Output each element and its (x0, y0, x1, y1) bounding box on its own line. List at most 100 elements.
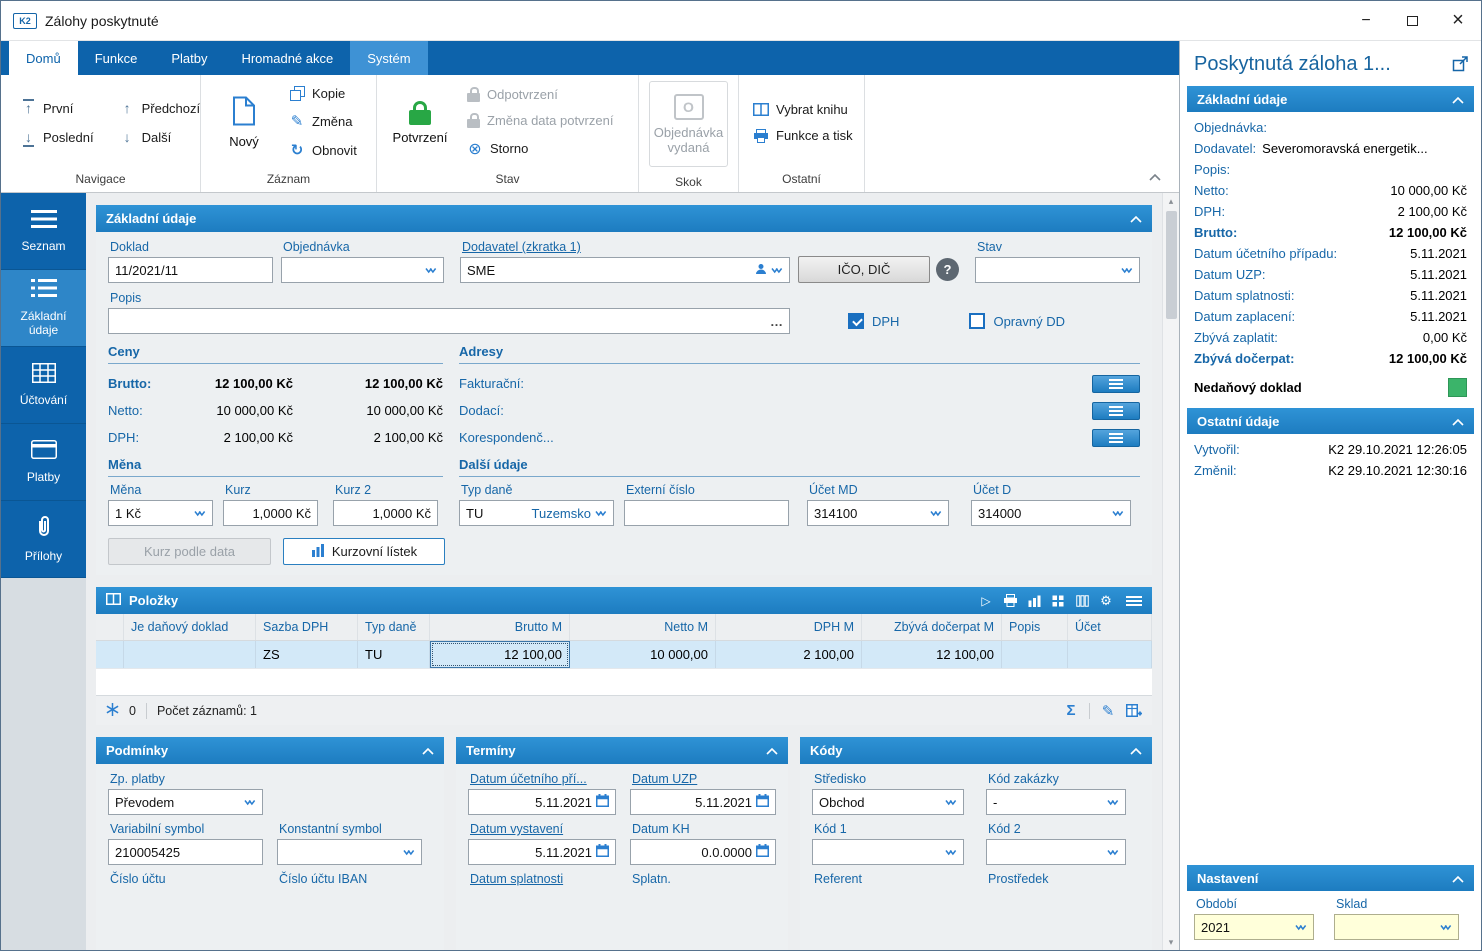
mena-field[interactable]: 1 Kč (108, 500, 213, 526)
chevron-down-icon[interactable] (1107, 795, 1119, 810)
chevron-down-icon[interactable] (244, 795, 256, 810)
datum-uzp-field[interactable]: 5.11.2021 (629, 789, 776, 815)
grid-menu-icon[interactable] (1126, 595, 1142, 606)
collapse-chevron-icon[interactable] (1130, 743, 1142, 758)
cell-popis[interactable] (1002, 641, 1068, 668)
edit-button[interactable]: Změna (285, 111, 361, 131)
datum-vystaveni-field[interactable]: 5.11.2021 (468, 839, 616, 865)
typ-dane-field[interactable]: TU Tuzemsko (459, 500, 614, 526)
stredisko-field[interactable]: Obchod (812, 789, 964, 815)
sidebar-item-seznam[interactable]: Seznam (1, 193, 86, 270)
tab-platby[interactable]: Platby (154, 41, 224, 75)
chevron-down-icon[interactable] (194, 506, 206, 521)
kurz2-field[interactable]: 1,0000 Kč (333, 500, 438, 526)
konstantni-symbol-field[interactable] (277, 839, 422, 865)
ellipsis-button[interactable] (770, 314, 783, 329)
column-header[interactable]: Popis (1002, 614, 1068, 640)
chevron-down-icon[interactable] (595, 506, 607, 521)
obdobi-field[interactable]: 2021 (1194, 914, 1314, 940)
scroll-down-icon[interactable] (1163, 934, 1179, 950)
chevron-down-icon[interactable] (1121, 263, 1133, 278)
collapse-chevron-icon[interactable] (1452, 414, 1464, 429)
cell-zbyva-docerpat[interactable]: 12 100,00 (862, 641, 1002, 668)
storno-button[interactable]: Storno (463, 138, 617, 160)
panel-header-nastaveni[interactable]: Nastavení (1187, 865, 1474, 891)
cell-netto[interactable]: 10 000,00 (570, 641, 716, 668)
kod1-field[interactable] (812, 839, 964, 865)
column-header[interactable]: Zbývá dočerpat M (862, 614, 1002, 640)
cell-dph[interactable]: 2 100,00 (716, 641, 862, 668)
apps-icon[interactable] (1050, 595, 1066, 607)
last-button[interactable]: Poslední (17, 129, 98, 147)
sidebar-item-platby[interactable]: Platby (1, 424, 86, 501)
kurzovni-listek-button[interactable]: Kurzovní lístek (283, 538, 445, 565)
kody-header[interactable]: Kódy (800, 737, 1152, 764)
select-book-button[interactable]: Vybrat knihu (749, 101, 857, 118)
tab-domu[interactable]: Domů (9, 41, 78, 75)
cell-je-danovy[interactable] (124, 641, 256, 668)
kod-zakazky-field[interactable]: - (986, 789, 1126, 815)
dodavatel-label[interactable]: Dodavatel (zkratka 1) (462, 240, 790, 254)
minimize-button[interactable] (1343, 1, 1389, 41)
chevron-down-icon[interactable] (403, 845, 415, 860)
cell-ucet[interactable] (1068, 641, 1152, 668)
expand-icon[interactable] (1452, 55, 1469, 75)
sidebar-item-uctovani[interactable]: Účtování (1, 347, 86, 424)
column-header[interactable]: DPH M (716, 614, 862, 640)
maximize-button[interactable] (1389, 1, 1435, 41)
print-icon[interactable] (1002, 594, 1018, 607)
chevron-down-icon[interactable] (945, 795, 957, 810)
refresh-button[interactable]: Obnovit (285, 140, 361, 160)
kod2-field[interactable] (986, 839, 1126, 865)
tab-hromadne-akce[interactable]: Hromadné akce (224, 41, 350, 75)
column-header[interactable]: Účet (1068, 614, 1152, 640)
chevron-down-icon[interactable] (425, 263, 437, 278)
cell-typ-dane[interactable]: TU (358, 641, 430, 668)
functions-print-button[interactable]: Funkce a tisk (749, 127, 857, 144)
chevron-down-icon[interactable] (1295, 920, 1307, 935)
doklad-field[interactable]: 11/2021/11 (108, 257, 273, 283)
confirm-button[interactable]: Potvrzení (387, 100, 453, 145)
column-header[interactable]: Typ daně (358, 614, 430, 640)
zp-platby-field[interactable]: Převodem (108, 789, 263, 815)
panel-header-zakladni-udaje[interactable]: Základní údaje (1187, 86, 1474, 112)
collapse-chevron-icon[interactable] (1452, 92, 1464, 107)
datum-ucetniho-field[interactable]: 5.11.2021 (468, 789, 616, 815)
externi-cislo-field[interactable] (624, 500, 789, 526)
edit-icon[interactable] (1100, 702, 1116, 720)
supplier-icon[interactable] (755, 263, 767, 278)
grid-add-icon[interactable] (1126, 704, 1142, 717)
column-header[interactable]: Netto M (570, 614, 716, 640)
vertical-scrollbar[interactable] (1162, 193, 1179, 950)
datum-kh-field[interactable]: 0.0.0000 (629, 839, 776, 865)
tab-funkce[interactable]: Funkce (78, 41, 155, 75)
address-menu-button[interactable] (1092, 401, 1140, 420)
previous-button[interactable]: Předchozí (116, 100, 205, 117)
section-header-zakladni-udaje[interactable]: Základní údaje (96, 205, 1152, 232)
panel-header-ostatni-udaje[interactable]: Ostatní údaje (1187, 408, 1474, 434)
dodavatel-field[interactable]: SME (460, 257, 790, 283)
calendar-icon[interactable] (756, 844, 769, 860)
scroll-up-icon[interactable] (1163, 193, 1179, 209)
tab-system[interactable]: Systém (350, 41, 428, 75)
collapse-chevron-icon[interactable] (766, 743, 778, 758)
calendar-icon[interactable] (595, 794, 609, 810)
sidebar-item-prilohy[interactable]: Přílohy (1, 501, 86, 578)
collapse-chevron-icon[interactable] (422, 743, 434, 758)
ucet-md-field[interactable]: 314100 (807, 500, 949, 526)
terminy-header[interactable]: Termíny (456, 737, 788, 764)
calendar-icon[interactable] (595, 844, 609, 860)
column-header[interactable]: Brutto M (430, 614, 570, 640)
sum-icon[interactable] (1063, 702, 1079, 719)
ucet-d-field[interactable]: 314000 (971, 500, 1131, 526)
cell-sazba-dph[interactable]: ZS (256, 641, 358, 668)
address-menu-button[interactable] (1092, 374, 1140, 393)
dph-checkbox[interactable] (848, 313, 864, 329)
podminky-header[interactable]: Podmínky (96, 737, 444, 764)
snowflake-icon[interactable] (106, 702, 119, 719)
chevron-down-icon[interactable] (1440, 920, 1452, 935)
opravny-dd-checkbox[interactable] (969, 313, 986, 329)
new-button[interactable]: Nový (211, 96, 277, 149)
calendar-icon[interactable] (756, 794, 769, 810)
ribbon-collapse-icon[interactable] (1149, 169, 1161, 184)
